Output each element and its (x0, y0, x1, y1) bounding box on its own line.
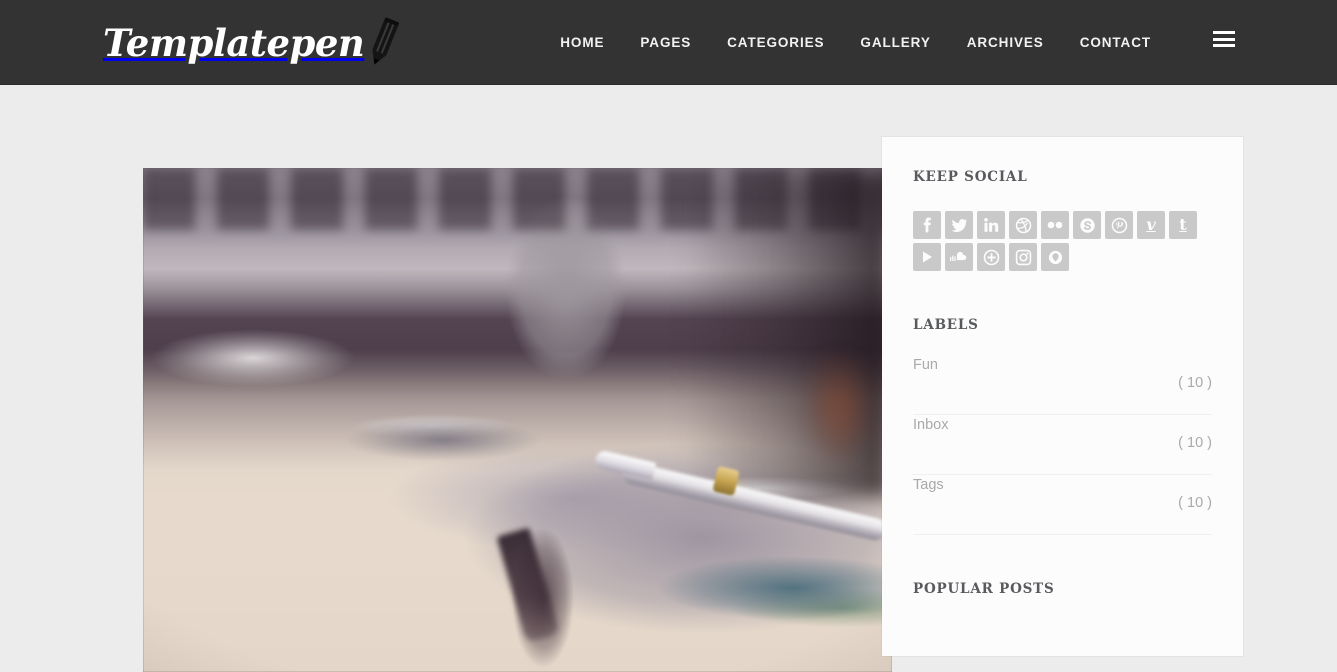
label-count: ( 10 ) (1178, 435, 1212, 451)
nav-item-pages[interactable]: PAGES (622, 0, 709, 85)
labels-list: Fun ( 10 ) Inbox ( 10 ) Tags ( 10 ) (913, 355, 1212, 535)
instagram-icon[interactable] (1009, 243, 1037, 271)
nav-item-archives[interactable]: ARCHIVES (949, 0, 1062, 85)
label-name: Tags (913, 477, 944, 493)
label-count: ( 10 ) (1178, 495, 1212, 511)
pinterest-icon[interactable] (1105, 211, 1133, 239)
widget-title-popular-posts: POPULAR POSTS (913, 581, 1055, 597)
hamburger-bar-3 (1213, 44, 1235, 47)
page-body: KEEP SOCIAL v t LABELS Fun (10) Inbox … (0, 85, 1337, 672)
soundcloud-icon[interactable] (945, 243, 973, 271)
vimeo-icon[interactable]: v (1137, 211, 1165, 239)
pencil-icon (366, 17, 400, 67)
widget-keep-social: KEEP SOCIAL v t (882, 137, 1243, 271)
label-name: Inbox (913, 417, 949, 433)
sidebar: KEEP SOCIAL v t LABELS Fun (10) Inbox … (882, 137, 1243, 656)
twitter-icon[interactable] (945, 211, 973, 239)
widget-title-labels: LABELS (913, 317, 979, 333)
widget-labels: LABELS Fun ( 10 ) Inbox ( 10 ) Tags ( 10… (882, 317, 1243, 535)
widget-popular-posts: POPULAR POSTS (882, 581, 1243, 597)
label-count: ( 10 ) (1178, 375, 1212, 391)
site-header: Templatepen HOME PAGES CATEGORIES GALLER… (0, 0, 1337, 85)
main-navigation: HOME PAGES CATEGORIES GALLERY ARCHIVES C… (542, 0, 1169, 85)
nav-item-gallery[interactable]: GALLERY (842, 0, 948, 85)
flickr-icon[interactable] (1041, 211, 1069, 239)
label-row-tags[interactable]: Tags ( 10 ) (913, 475, 1212, 535)
label-row-inbox[interactable]: Inbox ( 10 ) (913, 415, 1212, 475)
label-name: Fun (913, 357, 938, 373)
tumblr-glyph: t (1179, 215, 1187, 234)
featured-post-image[interactable] (143, 168, 892, 672)
logo-text: Templatepen (103, 20, 365, 65)
site-logo[interactable]: Templatepen (103, 10, 400, 74)
hamburger-bar-1 (1213, 31, 1235, 34)
google-plus-icon[interactable] (977, 243, 1005, 271)
linkedin-icon[interactable] (977, 211, 1005, 239)
skype-icon[interactable] (1073, 211, 1101, 239)
nav-item-contact[interactable]: CONTACT (1062, 0, 1169, 85)
label-row-fun[interactable]: Fun ( 10 ) (913, 355, 1212, 415)
nav-item-categories[interactable]: CATEGORIES (709, 0, 842, 85)
behance-icon[interactable] (1041, 243, 1069, 271)
vimeo-glyph: v (1146, 215, 1156, 234)
hamburger-menu-icon[interactable] (1213, 31, 1235, 47)
dribbble-icon[interactable] (1009, 211, 1037, 239)
facebook-icon[interactable] (913, 211, 941, 239)
photo-vignette (143, 168, 892, 672)
hamburger-bar-2 (1213, 37, 1235, 41)
nav-item-home[interactable]: HOME (542, 0, 622, 85)
widget-title-keep-social: KEEP SOCIAL (913, 169, 1028, 185)
social-icon-grid: v t (913, 211, 1213, 271)
tumblr-icon[interactable]: t (1169, 211, 1197, 239)
youtube-icon[interactable] (913, 243, 941, 271)
